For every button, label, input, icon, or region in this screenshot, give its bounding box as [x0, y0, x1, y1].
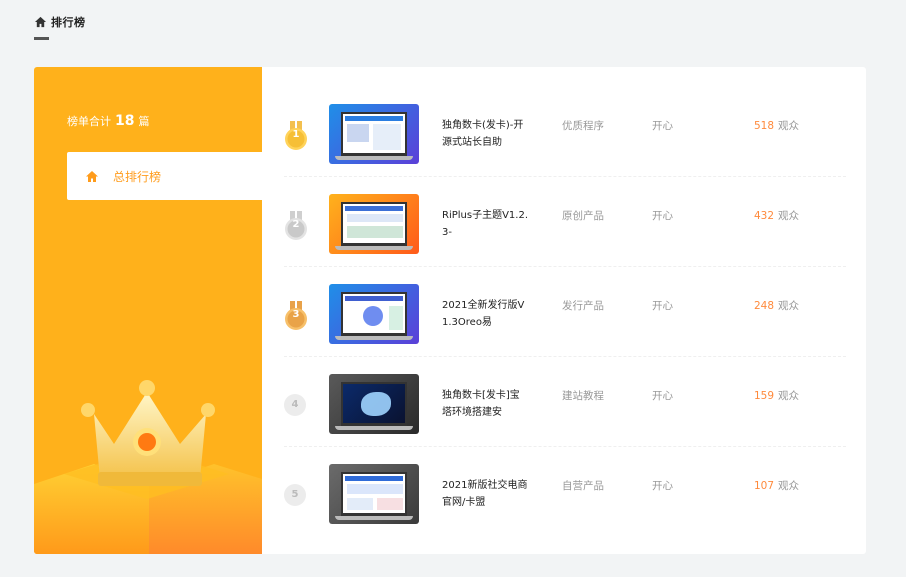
crown-illustration — [34, 380, 262, 554]
item-author[interactable]: 开心 — [652, 208, 673, 223]
page-title: 排行榜 — [51, 16, 86, 29]
rank-number: 1 — [292, 129, 300, 140]
item-views: 159 观众 — [754, 388, 799, 403]
views-count: 248 — [754, 300, 775, 312]
rank-number: 5 — [284, 484, 306, 506]
item-title[interactable]: 独角数卡(发卡)-开源式站长自助 — [442, 117, 528, 151]
views-unit: 观众 — [778, 120, 800, 132]
item-author[interactable]: 开心 — [652, 298, 673, 313]
item-category[interactable]: 发行产品 — [562, 298, 604, 313]
item-title[interactable]: 独角数卡[发卡]宝塔环境搭建安 — [442, 387, 528, 421]
ranking-row[interactable]: 2 RiPlus子主题V1.2.3- 原创产品 开心 432 观众 — [284, 177, 846, 267]
item-thumbnail[interactable] — [329, 464, 419, 524]
ranking-row[interactable]: 5 2021新版社交电商官网/卡盟 自营产品 开心 107 观众 — [284, 447, 846, 537]
item-thumbnail[interactable] — [329, 374, 419, 434]
page-header: 排行榜 — [34, 14, 86, 30]
views-count: 159 — [754, 390, 775, 402]
item-views: 107 观众 — [754, 478, 799, 493]
ranking-row[interactable]: 1 独角数卡(发卡)-开源式站长自助 优质程序 开心 518 观众 — [284, 87, 846, 177]
sidebar: 榜单合计 18 篇 总排行榜 — [34, 67, 262, 554]
item-thumbnail[interactable] — [329, 194, 419, 254]
item-thumbnail[interactable] — [329, 284, 419, 344]
total-label: 榜单合计 — [67, 115, 111, 128]
home-icon — [86, 170, 98, 182]
item-author[interactable]: 开心 — [652, 388, 673, 403]
item-views: 518 观众 — [754, 118, 799, 133]
item-category[interactable]: 原创产品 — [562, 208, 604, 223]
ranking-row[interactable]: 3 2021全新发行版V1.3Oreo易 发行产品 开心 248 观众 — [284, 267, 846, 357]
ranking-row[interactable]: 4 独角数卡[发卡]宝塔环境搭建安 建站教程 开心 159 观众 — [284, 357, 846, 447]
item-title[interactable]: RiPlus子主题V1.2.3- — [442, 207, 528, 241]
item-category[interactable]: 自营产品 — [562, 478, 604, 493]
views-count: 432 — [754, 210, 775, 222]
views-count: 518 — [754, 120, 775, 132]
sidebar-item-label: 总排行榜 — [113, 169, 162, 184]
item-title[interactable]: 2021全新发行版V1.3Oreo易 — [442, 297, 528, 331]
item-thumbnail[interactable] — [329, 104, 419, 164]
item-views: 432 观众 — [754, 208, 799, 223]
item-views: 248 观众 — [754, 298, 799, 313]
title-underline — [34, 37, 49, 40]
rank-number: 4 — [284, 394, 306, 416]
item-category[interactable]: 建站教程 — [562, 388, 604, 403]
rank-number: 3 — [292, 309, 300, 320]
home-icon — [34, 16, 47, 28]
item-title[interactable]: 2021新版社交电商官网/卡盟 — [442, 477, 528, 511]
sidebar-item-total-ranking[interactable]: 总排行榜 — [67, 152, 262, 200]
views-unit: 观众 — [778, 480, 800, 492]
ranking-list: 1 独角数卡(发卡)-开源式站长自助 优质程序 开心 518 观众 2 RiPlu… — [284, 87, 846, 537]
rank-number: 2 — [292, 219, 300, 230]
item-author[interactable]: 开心 — [652, 118, 673, 133]
views-unit: 观众 — [778, 210, 800, 222]
item-category[interactable]: 优质程序 — [562, 118, 604, 133]
ranking-card: 榜单合计 18 篇 总排行榜 1 独角数卡(发卡)-开源式站长自助 优质程序 开… — [34, 67, 866, 554]
views-count: 107 — [754, 480, 775, 492]
views-unit: 观众 — [778, 300, 800, 312]
views-unit: 观众 — [778, 390, 800, 402]
total-count: 榜单合计 18 篇 — [67, 113, 149, 129]
total-unit: 篇 — [138, 115, 150, 128]
item-author[interactable]: 开心 — [652, 478, 673, 493]
total-number: 18 — [115, 113, 135, 129]
